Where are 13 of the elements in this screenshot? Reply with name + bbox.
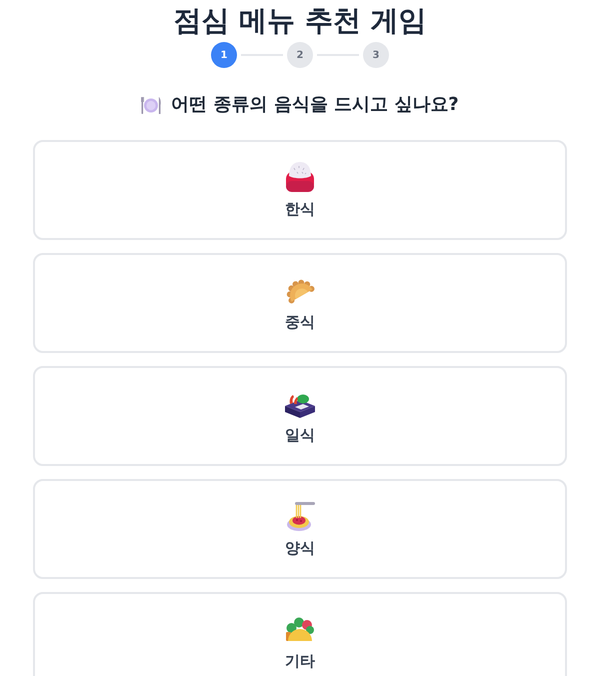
cuisine-option-button[interactable]: 일식: [33, 366, 567, 466]
cuisine-option-button[interactable]: 기타: [33, 592, 567, 676]
cuisine-option-button[interactable]: 한식: [33, 140, 567, 240]
cuisine-option-button[interactable]: 양식: [33, 479, 567, 579]
step-indicator: 2: [287, 42, 313, 68]
question-text: 어떤 종류의 음식을 드시고 싶나요?: [171, 93, 459, 117]
step-indicator: 3: [363, 42, 389, 68]
cuisine-option-button[interactable]: 중식: [33, 253, 567, 353]
plate-with-cutlery-icon: [141, 95, 162, 115]
rice-bowl-icon: [284, 161, 316, 193]
step-indicator: 1: [211, 42, 237, 68]
page-title: 점심 메뉴 추천 게임: [173, 4, 427, 38]
spaghetti-icon: [284, 500, 316, 532]
